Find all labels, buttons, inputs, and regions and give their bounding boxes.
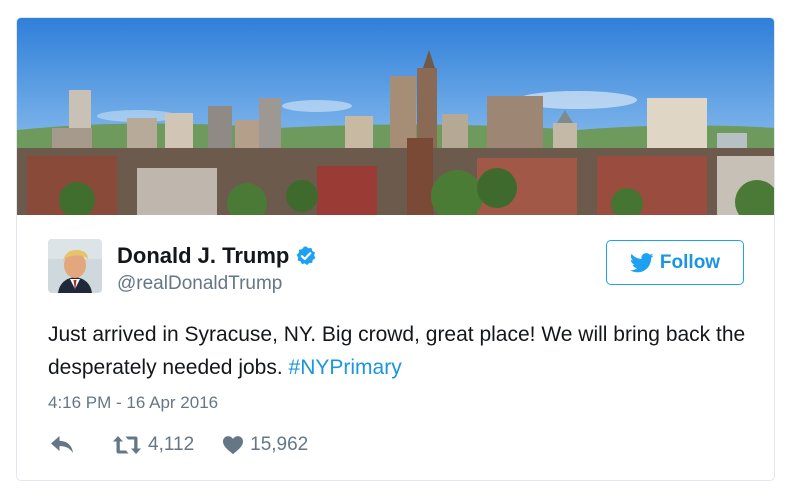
like-button[interactable]: 15,962: [222, 434, 308, 456]
twitter-bird-icon: [629, 252, 654, 272]
hashtag-link[interactable]: #NYPrimary: [289, 356, 402, 379]
retweet-button[interactable]: 4,112: [112, 434, 194, 456]
tweet-text: Just arrived in Syracuse, NY. Big crowd,…: [48, 318, 748, 384]
reply-button[interactable]: [50, 435, 112, 455]
author-name-row: Donald J. Trump: [117, 241, 317, 271]
tweet-timestamp[interactable]: 4:16 PM - 16 Apr 2016: [48, 393, 218, 413]
avatar[interactable]: [48, 239, 102, 293]
avatar-portrait-icon: [48, 239, 102, 293]
follow-button[interactable]: Follow: [606, 240, 744, 285]
tweet-actions: 4,112 15,962: [50, 434, 308, 456]
retweet-count: 4,112: [148, 434, 195, 455]
heart-icon: [223, 436, 244, 455]
follow-label: Follow: [659, 251, 721, 273]
tweet-card: Donald J. Trump @realDonaldTrump Follow …: [16, 17, 775, 481]
author-display-name[interactable]: Donald J. Trump: [117, 243, 289, 269]
retweet-icon: [113, 436, 141, 454]
banner-skyline-image: [17, 18, 774, 215]
author-handle[interactable]: @realDonaldTrump: [117, 273, 282, 295]
like-count: 15,962: [250, 434, 309, 455]
verified-badge-icon: [297, 246, 316, 266]
reply-icon: [51, 436, 73, 453]
